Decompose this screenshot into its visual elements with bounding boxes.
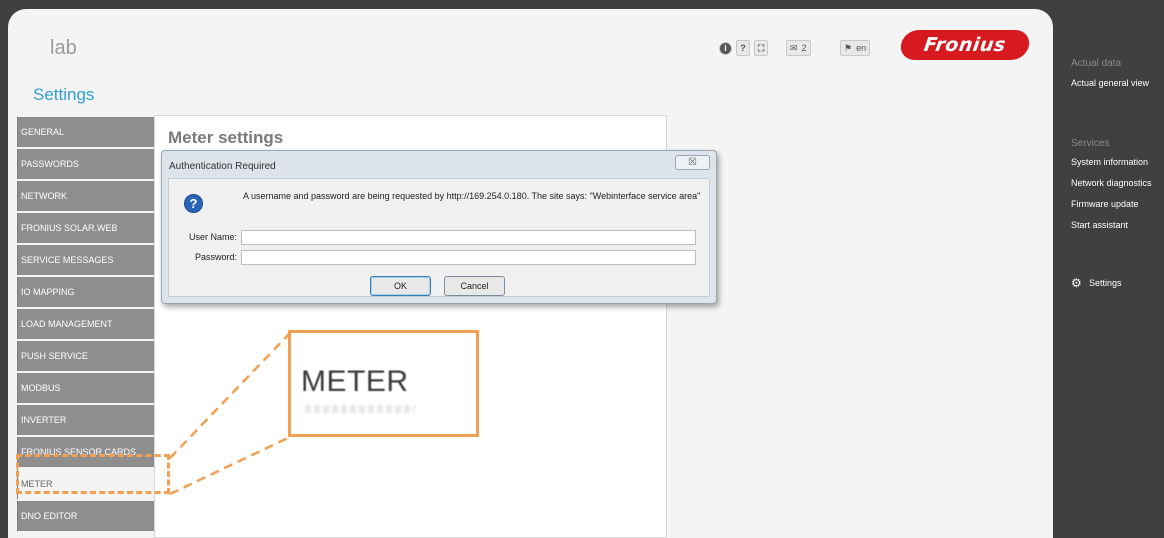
actual-data-heading: Actual data xyxy=(1071,58,1122,69)
sidebar-item-inverter[interactable]: INVERTER xyxy=(17,405,154,435)
cancel-button[interactable]: Cancel xyxy=(444,276,505,296)
help-button[interactable]: ? xyxy=(736,40,750,56)
info-icon[interactable]: i xyxy=(719,41,732,55)
sidebar-item-io-mapping[interactable]: IO MAPPING xyxy=(17,277,154,307)
settings-link[interactable]: ⚙ Settings xyxy=(1071,277,1122,289)
sidebar-item-service-messages[interactable]: SERVICE MESSAGES xyxy=(17,245,154,275)
page-title: Settings xyxy=(33,85,95,104)
services-heading: Services xyxy=(1071,138,1110,149)
site-name: lab xyxy=(50,37,77,59)
sidebar-item-load-management[interactable]: LOAD MANAGEMENT xyxy=(17,309,154,339)
dialog-close-button[interactable]: ☒ xyxy=(675,155,710,170)
question-icon: ? xyxy=(184,194,203,213)
zoom-callout-text: METER xyxy=(301,365,409,398)
toolbar-messages: ✉ 2 xyxy=(786,39,811,57)
right-panel: Actual data Actual general view Services… xyxy=(1064,0,1164,538)
messages-count: 2 xyxy=(801,43,807,53)
messages-button[interactable]: ✉ 2 xyxy=(786,40,811,56)
sidebar-item-network[interactable]: NETWORK xyxy=(17,181,154,211)
zoom-callout: METER xyxy=(288,330,479,437)
sidebar-item-passwords[interactable]: PASSWORDS xyxy=(17,149,154,179)
start-assistant-link[interactable]: Start assistant xyxy=(1071,220,1128,230)
language-label: en xyxy=(856,43,867,53)
fronius-logo: Fronius xyxy=(898,30,1032,60)
meter-highlight-box xyxy=(16,454,170,494)
logo-text: Fronius xyxy=(922,34,1008,56)
sidebar-item-fronius-solar-web[interactable]: FRONIUS SOLAR.WEB xyxy=(17,213,154,243)
dialog-body: ? A username and password are being requ… xyxy=(168,178,710,297)
zoom-callout-ghost xyxy=(305,405,415,413)
sidebar-item-dno-editor[interactable]: DNO EDITOR xyxy=(17,501,154,531)
password-label: Password: xyxy=(194,252,237,262)
fullscreen-icon[interactable]: ⛶ xyxy=(754,40,769,56)
firmware-update-link[interactable]: Firmware update xyxy=(1071,199,1139,209)
system-information-link[interactable]: System information xyxy=(1071,157,1148,167)
sidebar-item-modbus[interactable]: MODBUS xyxy=(17,373,154,403)
content-title: Meter settings xyxy=(168,128,284,147)
auth-dialog: Authentication Required ☒ ? A username a… xyxy=(161,150,717,304)
dialog-message: A username and password are being reques… xyxy=(243,191,701,201)
language-button[interactable]: ⚑ en xyxy=(840,40,871,56)
sidebar-item-push-service[interactable]: PUSH SERVICE xyxy=(17,341,154,371)
gear-icon: ⚙ xyxy=(1071,276,1082,290)
flag-icon: ⚑ xyxy=(844,42,853,53)
network-diagnostics-link[interactable]: Network diagnostics xyxy=(1071,178,1152,188)
sidebar-item-general[interactable]: GENERAL xyxy=(17,117,154,147)
envelope-icon: ✉ xyxy=(790,42,798,53)
toolbar-left: i ? ⛶ xyxy=(719,39,769,57)
actual-general-view-link[interactable]: Actual general view xyxy=(1071,78,1149,88)
dialog-title: Authentication Required xyxy=(169,161,276,172)
ok-button[interactable]: OK xyxy=(370,276,431,296)
password-field[interactable] xyxy=(241,250,696,265)
username-label: User Name: xyxy=(188,232,237,242)
settings-label: Settings xyxy=(1089,278,1122,288)
username-field[interactable] xyxy=(241,230,696,245)
toolbar-language: ⚑ en xyxy=(840,39,871,57)
